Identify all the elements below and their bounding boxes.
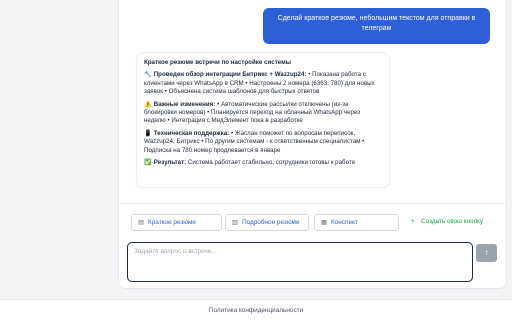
send-button[interactable]: ↑ xyxy=(476,244,497,262)
question-input[interactable] xyxy=(128,243,472,281)
notes-button[interactable]: ▦ Конспект xyxy=(314,214,399,231)
user-message: Сделай краткое резюме, небольшим текстом… xyxy=(263,8,490,44)
detailed-summary-label: Подробное резюме xyxy=(242,219,300,226)
arrow-up-icon: ↑ xyxy=(484,248,489,257)
notes-label: Конспект xyxy=(331,219,358,226)
wrench-icon: 🔧 xyxy=(144,71,152,79)
question-input-wrapper xyxy=(127,242,473,282)
bot-message: Краткое резюме встречи по настройке сист… xyxy=(136,52,390,188)
user-message-text: Сделай краткое резюме, небольшим текстом… xyxy=(277,15,476,32)
divider xyxy=(118,203,507,204)
document-icon: ▤ xyxy=(138,219,145,226)
summary-section-integration: 🔧 Проведен обзор интеграции Битрикс + Wa… xyxy=(144,71,382,96)
create-button[interactable]: + Создать свою кнопку xyxy=(405,214,497,231)
section-heading: Проведен обзор интеграции Битрикс + Wazz… xyxy=(153,71,307,79)
short-summary-label: Краткое резюме xyxy=(148,219,196,226)
notes-icon: ▦ xyxy=(321,219,328,226)
summary-section-changes: ⚠️ Важные изменения: • Автоматические ра… xyxy=(144,101,382,126)
summary-section-result: ✅ Результат: Система работает стабильно,… xyxy=(144,159,382,167)
section-heading: Важные изменения: xyxy=(153,100,216,108)
plus-icon: + xyxy=(411,218,415,225)
warning-icon: ⚠️ xyxy=(144,100,152,108)
check-icon: ✅ xyxy=(144,159,152,167)
short-summary-button[interactable]: ▤ Краткое резюме xyxy=(131,214,222,231)
privacy-policy-link[interactable]: Политика конфиденциальности xyxy=(0,307,512,314)
phone-icon: 📱 xyxy=(144,129,152,137)
bot-message-title: Краткое резюме встречи по настройке сист… xyxy=(144,59,291,66)
create-button-label: Создать свою кнопку xyxy=(421,218,484,225)
section-heading: Техническая поддержка: xyxy=(153,129,230,137)
detailed-summary-button[interactable]: ▥ Подробное резюме xyxy=(225,214,309,231)
book-icon: ▥ xyxy=(232,219,239,226)
section-heading: Результат: xyxy=(153,159,187,167)
section-text: Система работает стабильно, сотрудники г… xyxy=(186,159,356,167)
summary-section-support: 📱 Техническая поддержка: • Жаслан поможе… xyxy=(144,130,382,155)
